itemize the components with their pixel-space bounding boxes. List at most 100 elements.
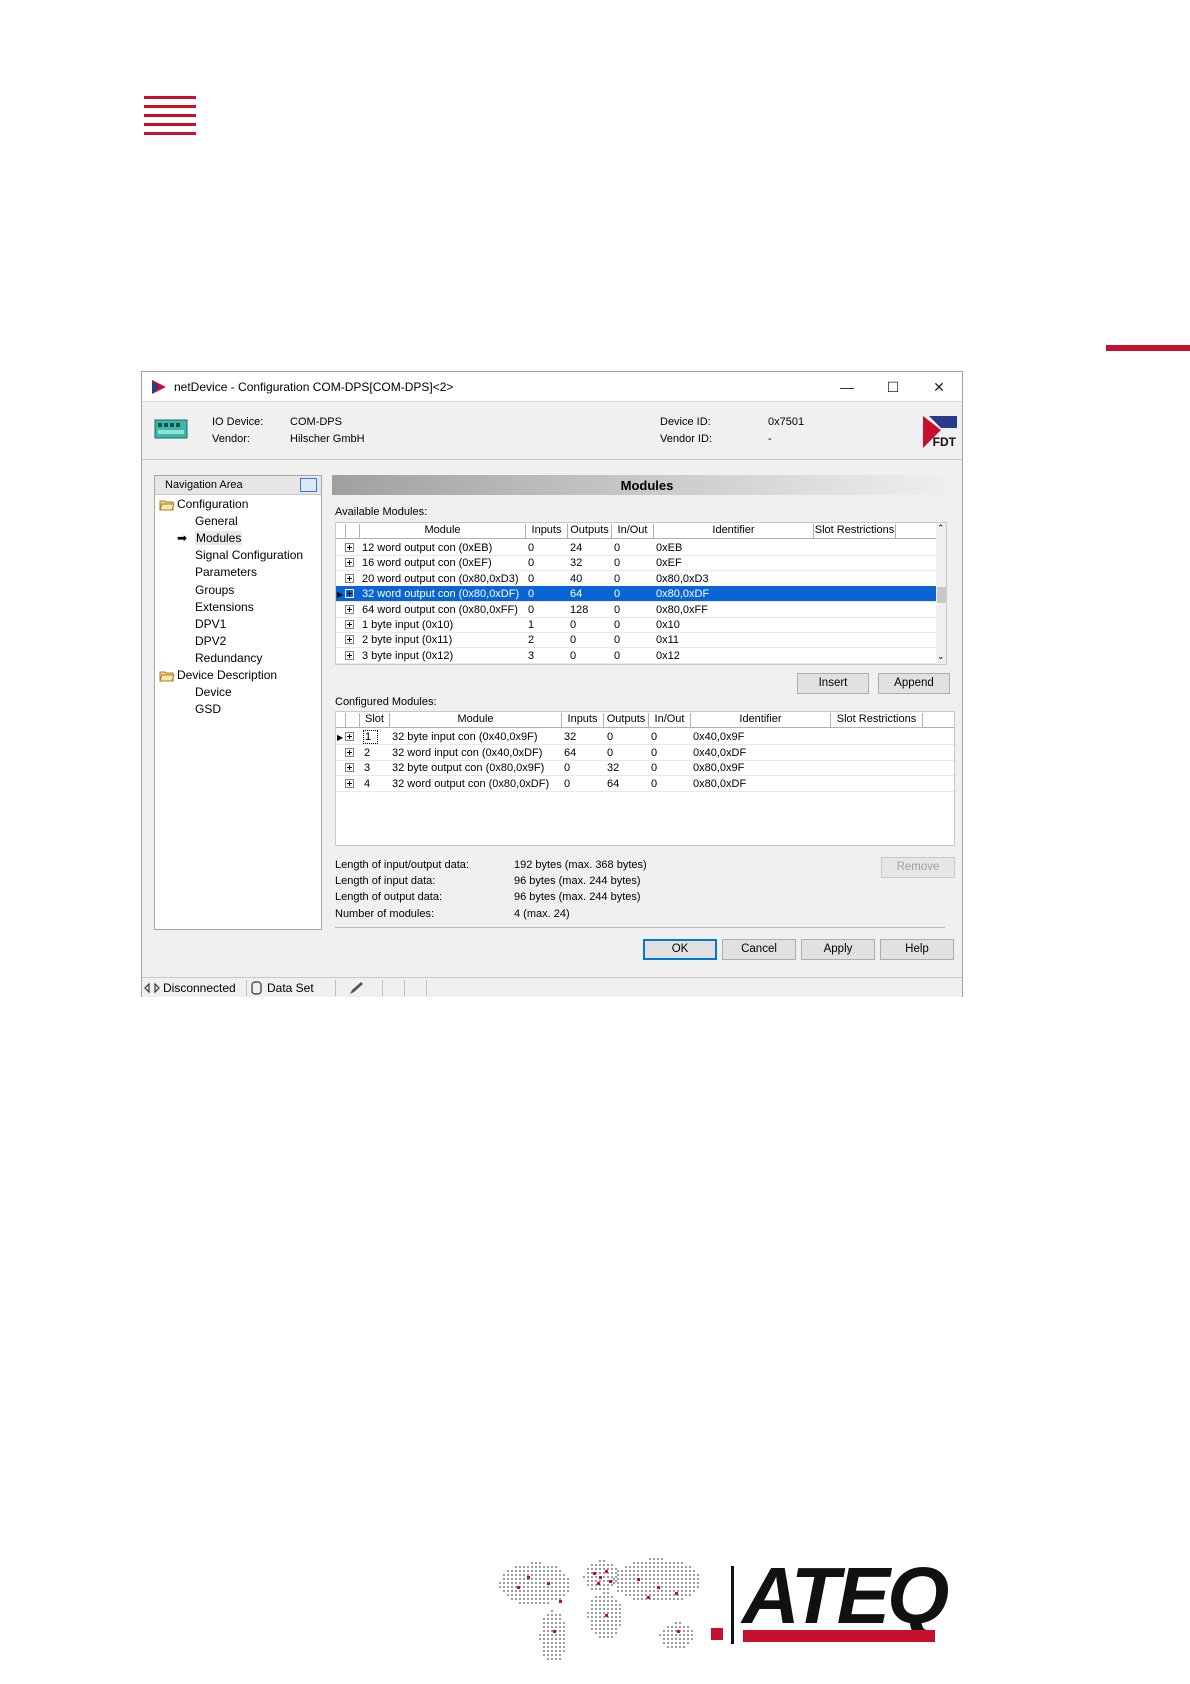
table-row[interactable]: 4 32 word output con (0x80,0xDF) 0 64 0 0x80,… bbox=[336, 776, 954, 792]
table-row[interactable]: 3 32 byte output con (0x80,0x9F) 0 32 0 0x80,… bbox=[336, 760, 954, 776]
expand-icon[interactable] bbox=[345, 747, 354, 757]
cancel-button[interactable]: Cancel bbox=[722, 939, 796, 960]
expand-icon[interactable] bbox=[345, 620, 354, 629]
table-row[interactable]: 3 byte input (0x12) 3 0 0 0x12 bbox=[336, 648, 936, 664]
table-cell: 1 byte input (0x10) bbox=[362, 619, 454, 631]
status-separator bbox=[335, 980, 336, 996]
ateq-logo-text: ATEQ bbox=[742, 1551, 949, 1640]
scroll-thumb[interactable] bbox=[937, 587, 946, 603]
table-row[interactable]: 12 word output con (0xEB) 0 24 0 0xEB bbox=[336, 540, 936, 556]
col-header-module[interactable]: Module bbox=[360, 524, 526, 538]
nav-item-parameters[interactable]: Parameters bbox=[195, 565, 257, 579]
fdt-logo: FDT bbox=[923, 416, 957, 448]
summary-value: 4 (max. 24) bbox=[514, 907, 570, 920]
col-header-slot-restrictions[interactable]: Slot Restrictions bbox=[831, 713, 923, 727]
table-cell: 64 bbox=[607, 777, 620, 790]
col-header-inputs[interactable]: Inputs bbox=[526, 524, 568, 538]
expand-icon[interactable] bbox=[345, 543, 354, 552]
expand-icon[interactable] bbox=[345, 732, 354, 741]
table-cell: 32 byte input con (0x40,0x9F) bbox=[392, 731, 538, 743]
nav-item-configuration[interactable]: Configuration bbox=[177, 497, 248, 511]
table-cell: 32 bbox=[570, 557, 583, 570]
expand-icon[interactable] bbox=[345, 558, 354, 568]
col-header-inputs[interactable]: Inputs bbox=[562, 713, 604, 727]
table-cell: 3 bbox=[528, 649, 535, 662]
append-button[interactable]: Append bbox=[878, 673, 950, 694]
remove-button[interactable]: Remove bbox=[881, 857, 955, 878]
ok-button[interactable]: OK bbox=[643, 939, 717, 960]
table-cell: 32 bbox=[564, 731, 577, 743]
nav-item-general[interactable]: General bbox=[195, 514, 238, 528]
table-cell: 0 bbox=[528, 572, 535, 585]
col-header-outputs[interactable]: Outputs bbox=[604, 713, 649, 727]
scroll-up-icon[interactable]: ⌃ bbox=[937, 523, 945, 534]
menu-icon bbox=[144, 96, 196, 136]
table-row[interactable]: 20 word output con (0x80,0xD3) 0 40 0 0x80,0… bbox=[336, 571, 936, 587]
expand-icon[interactable] bbox=[345, 604, 354, 614]
device-id-label: Device ID: bbox=[660, 416, 711, 428]
table-row[interactable]: 64 word output con (0x80,0xFF) 0 128 0 0x80,… bbox=[336, 602, 936, 618]
grid-col-divider bbox=[336, 713, 346, 727]
col-header-outputs[interactable]: Outputs bbox=[568, 524, 612, 538]
close-button[interactable]: ✕ bbox=[916, 372, 962, 402]
insert-button[interactable]: Insert bbox=[797, 673, 869, 694]
col-header-module[interactable]: Module bbox=[390, 713, 562, 727]
nav-item-redundancy[interactable]: Redundancy bbox=[195, 651, 262, 665]
minimize-button[interactable]: — bbox=[824, 372, 870, 402]
table-cell: 0 bbox=[651, 731, 658, 743]
nav-item-gsd[interactable]: GSD bbox=[195, 702, 221, 716]
table-cell: 0xEF bbox=[656, 557, 682, 570]
expand-icon[interactable] bbox=[345, 635, 354, 645]
nav-item-dpv2[interactable]: DPV2 bbox=[195, 634, 226, 648]
nav-item-modules[interactable]: Modules bbox=[195, 531, 243, 546]
navigation-header: Navigation Area bbox=[155, 476, 321, 495]
nav-item-device-description[interactable]: Device Description bbox=[177, 668, 277, 682]
status-separator bbox=[404, 980, 405, 996]
apply-button[interactable]: Apply bbox=[801, 939, 875, 960]
table-row[interactable]: 1 byte input (0x10) 1 0 0 0x10 bbox=[336, 617, 936, 633]
current-item-arrow-icon: ➡ bbox=[177, 531, 188, 546]
expand-icon[interactable] bbox=[345, 573, 354, 583]
device-header: IO Device: COM-DPS Vendor: Hilscher GmbH… bbox=[142, 402, 962, 460]
nav-item-dpv1[interactable]: DPV1 bbox=[195, 617, 226, 631]
table-cell: 0 bbox=[528, 588, 535, 601]
nav-item-extensions[interactable]: Extensions bbox=[195, 600, 254, 614]
configured-modules-label: Configured Modules: bbox=[335, 696, 437, 708]
expand-icon[interactable] bbox=[345, 778, 354, 788]
col-header-in-out[interactable]: In/Out bbox=[649, 713, 691, 727]
table-cell: 1 bbox=[528, 619, 535, 631]
table-cell: 32 byte output con (0x80,0x9F) bbox=[392, 762, 545, 774]
table-row[interactable]: 2 byte input (0x11) 2 0 0 0x11 bbox=[336, 632, 936, 649]
nav-item-device[interactable]: Device bbox=[195, 685, 232, 699]
nav-item-groups[interactable]: Groups bbox=[195, 583, 234, 597]
col-header-in-out[interactable]: In/Out bbox=[612, 524, 654, 538]
navigation-toggle-button[interactable] bbox=[300, 478, 317, 492]
col-header-identifier[interactable]: Identifier bbox=[691, 713, 831, 727]
col-header-slot[interactable]: Slot bbox=[360, 713, 390, 727]
folder-open-icon bbox=[159, 670, 175, 682]
help-button[interactable]: Help bbox=[880, 939, 954, 960]
available-scrollbar[interactable]: ⌃ ⌄ bbox=[936, 523, 946, 664]
table-row[interactable]: 2 32 word input con (0x40,0xDF) 64 0 0 0x40,0… bbox=[336, 745, 954, 761]
table-row[interactable]: ▶ 1 32 byte input con (0x40,0x9F) 32 0 0 0x40,… bbox=[336, 729, 954, 745]
maximize-button[interactable]: ☐ bbox=[870, 372, 916, 402]
table-row[interactable]: 16 word output con (0xEF) 0 32 0 0xEF bbox=[336, 555, 936, 572]
expand-icon[interactable] bbox=[345, 650, 354, 660]
table-row[interactable]: ▶ 32 word output con (0x80,0xDF) 0 64 0 0x80,… bbox=[336, 586, 936, 603]
world-map-graphic bbox=[499, 1558, 699, 1660]
col-header-identifier[interactable]: Identifier bbox=[654, 524, 814, 538]
table-cell: 0 bbox=[607, 731, 614, 743]
expand-icon[interactable] bbox=[345, 763, 354, 772]
col-header-slot-restrictions[interactable]: Slot Restrictions bbox=[814, 524, 896, 538]
table-cell: 2 bbox=[528, 634, 535, 647]
logo-divider bbox=[731, 1566, 734, 1644]
expand-icon[interactable] bbox=[345, 589, 354, 599]
scroll-down-icon[interactable]: ⌄ bbox=[937, 651, 945, 662]
table-cell: 32 bbox=[607, 762, 620, 774]
nav-item-signal-configuration[interactable]: Signal Configuration bbox=[195, 548, 303, 562]
grid-col-divider bbox=[346, 524, 360, 538]
grid-col-divider bbox=[346, 713, 360, 727]
table-cell: 0 bbox=[651, 777, 658, 790]
summary-value: 192 bytes (max. 368 bytes) bbox=[514, 859, 647, 871]
table-cell: 0x11 bbox=[656, 634, 680, 647]
